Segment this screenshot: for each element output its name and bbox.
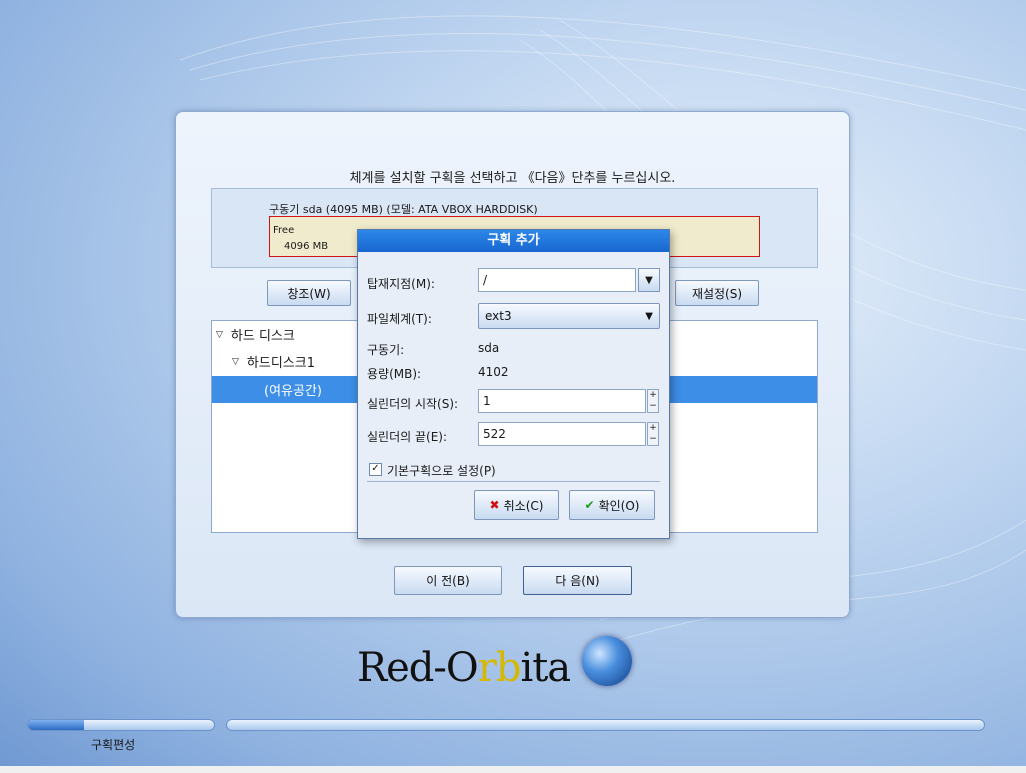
size-label: 용량(MB):: [367, 367, 422, 381]
filesystem-select[interactable]: ext3 ▼: [478, 303, 660, 329]
plus-icon[interactable]: +: [648, 390, 658, 401]
filesystem-label: 파일체계(T):: [367, 312, 432, 326]
primary-partition-checkbox[interactable]: ✓: [369, 463, 382, 476]
step-progress-fill: [28, 720, 84, 730]
cylinder-end-label: 실린더의 끝(E):: [367, 430, 448, 444]
size-value: 4102: [478, 365, 509, 379]
create-button[interactable]: 창조(W): [267, 280, 351, 306]
next-button[interactable]: 다 음(N): [523, 566, 632, 595]
cylinder-end-input[interactable]: 522: [478, 422, 646, 446]
bottom-strip: [0, 766, 1026, 773]
disk-label: 구동기 sda (4095 MB) (모델: ATA VBOX HARDDISK…: [269, 203, 538, 216]
free-size: 4096 MB: [284, 241, 329, 252]
logo-text-4: ita: [520, 645, 571, 691]
step-progress-bar: [27, 719, 215, 731]
cross-icon: ✖: [489, 498, 500, 512]
reset-button[interactable]: 재설정(S): [675, 280, 759, 306]
overall-progress-bar: [226, 719, 985, 731]
tree-item-label: 하드디스크1: [246, 356, 315, 371]
add-partition-dialog: 구획 추가 탑재지점(M): / ▼ 파일체계(T): ext3 ▼ 구동기: …: [357, 229, 670, 539]
logo-text-1: Red-O: [357, 645, 479, 691]
expand-triangle-icon[interactable]: ▽: [216, 330, 223, 340]
cylinder-start-label: 실린더의 시작(S):: [367, 397, 459, 411]
cancel-button[interactable]: ✖ 취소(C): [474, 490, 559, 520]
instruction-text: 체계를 설치할 구획을 선택하고 《다음》단추를 누르십시오.: [349, 171, 676, 186]
check-icon: ✔: [584, 498, 595, 512]
logo-text-2: r: [477, 645, 497, 691]
minus-icon[interactable]: −: [648, 401, 658, 412]
ok-button[interactable]: ✔ 확인(O): [569, 490, 655, 520]
checkmark-icon: ✓: [371, 463, 380, 474]
cancel-label: 취소(C): [503, 498, 544, 513]
mount-point-input[interactable]: /: [478, 268, 636, 292]
minus-icon[interactable]: −: [648, 434, 658, 445]
chevron-down-icon: ▼: [645, 310, 653, 322]
tree-item-label: 하드 디스크: [230, 329, 295, 344]
mount-point-label: 탑재지점(M):: [367, 277, 435, 291]
cylinder-start-input[interactable]: 1: [478, 389, 646, 413]
primary-partition-label[interactable]: 기본구획으로 설정(P): [387, 462, 496, 479]
free-label: Free: [273, 225, 295, 236]
dialog-separator: [367, 481, 660, 482]
filesystem-value: ext3: [485, 309, 512, 323]
expand-triangle-icon[interactable]: ▽: [232, 357, 239, 367]
chevron-down-icon: ▼: [645, 274, 653, 286]
globe-icon: [582, 636, 632, 686]
tree-item-label: (여유공간): [264, 384, 322, 399]
back-button[interactable]: 이 전(B): [394, 566, 502, 595]
ok-label: 확인(O): [598, 498, 640, 513]
step-label: 구획편성: [91, 738, 136, 752]
cylinder-end-spinner[interactable]: + −: [647, 422, 659, 446]
cylinder-start-spinner[interactable]: + −: [647, 389, 659, 413]
dialog-title: 구획 추가: [358, 230, 669, 252]
plus-icon[interactable]: +: [648, 423, 658, 434]
red-orbita-logo: Red-Orbita: [357, 645, 571, 691]
mount-point-dropdown-button[interactable]: ▼: [638, 268, 660, 292]
drive-label: 구동기:: [367, 343, 405, 357]
logo-text-3: b: [495, 645, 522, 691]
drive-value: sda: [478, 341, 500, 355]
